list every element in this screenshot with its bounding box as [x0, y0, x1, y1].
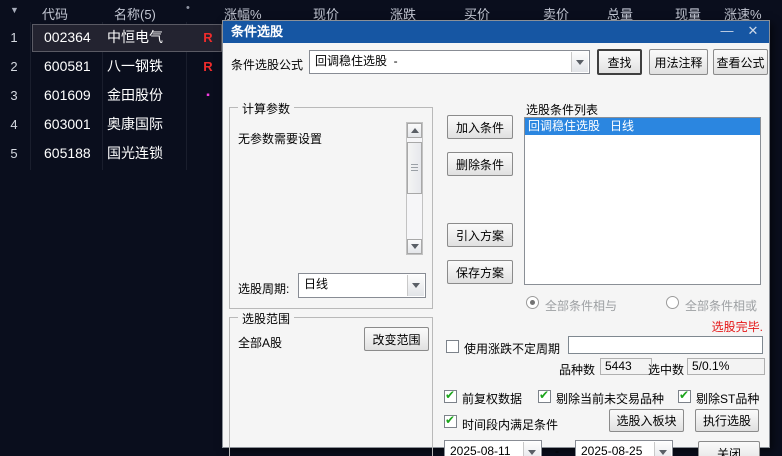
- stock-picker-dialog: 条件选股 — ✕ 条件选股公式 回调稳住选股 - 查找 用法注释 查看公式 计算…: [222, 20, 770, 456]
- status-text: 选股完毕.: [711, 320, 763, 334]
- table-header-row: ▼ 代码 名称(5) • 涨幅% 现价 涨跌 买价 卖价 总量 现量 涨速%: [0, 0, 782, 22]
- scroll-down-icon[interactable]: [407, 239, 422, 254]
- time-range-checkbox[interactable]: ✔: [444, 413, 457, 428]
- formula-value: 回调稳住选股 -: [315, 54, 398, 68]
- period-value: 日线: [304, 277, 329, 291]
- exclude-st-label[interactable]: 剔除ST品种: [696, 390, 759, 407]
- add-condition-button[interactable]: 加入条件: [447, 115, 513, 139]
- margin-flag-icon: R: [203, 59, 213, 74]
- row-number: 1: [10, 30, 18, 45]
- params-scrollbar[interactable]: [406, 122, 423, 255]
- date-to-picker[interactable]: 2025-08-25: [575, 440, 673, 456]
- range-group: 选股范围 全部A股 改变范围: [229, 310, 433, 456]
- table-row[interactable]: 1 002364 中恒电气 R: [0, 23, 222, 52]
- formula-combobox[interactable]: 回调稳住选股 -: [309, 50, 590, 74]
- minimize-icon[interactable]: —: [717, 21, 737, 41]
- exclude-untraded-checkbox[interactable]: ✔: [538, 388, 551, 403]
- period-combobox[interactable]: 日线: [298, 273, 426, 298]
- row-number: 3: [10, 88, 18, 103]
- table-row[interactable]: 3 601609 金田股份 ▪: [0, 81, 222, 110]
- exclude-untraded-label[interactable]: 剔除当前未交易品种: [556, 390, 664, 407]
- to-block-button[interactable]: 选股入板块: [609, 409, 684, 432]
- col-header-name[interactable]: 名称(5): [114, 4, 156, 23]
- qfq-checkbox[interactable]: ✔: [444, 388, 457, 403]
- date-to-value: 2025-08-25: [581, 444, 643, 456]
- radio-all-and: [526, 296, 539, 309]
- date-from-picker[interactable]: 2025-08-11: [444, 440, 542, 456]
- variable-period-checkbox[interactable]: [446, 340, 459, 353]
- variable-period-label[interactable]: 使用涨跌不定周期: [464, 340, 560, 357]
- remove-condition-button[interactable]: 删除条件: [447, 152, 513, 176]
- stock-code: 600581: [44, 58, 91, 74]
- scroll-up-icon[interactable]: [407, 123, 422, 138]
- date-range-separator: -: [555, 444, 559, 456]
- check-icon: ✔: [539, 388, 550, 402]
- dialog-body: 条件选股公式 回调稳住选股 - 查找 用法注释 查看公式 计算参数 无参数需要设…: [223, 43, 769, 456]
- close-button[interactable]: 关闭: [698, 441, 760, 456]
- col-header-code[interactable]: 代码: [42, 4, 68, 23]
- radio-all-or-label: 全部条件相或: [685, 299, 758, 313]
- condition-item[interactable]: 回调稳住选股 日线: [525, 118, 760, 135]
- radio-all-and-label: 全部条件相与: [545, 299, 618, 313]
- chevron-down-icon[interactable]: [407, 275, 424, 296]
- qfq-label[interactable]: 前复权数据: [462, 390, 522, 407]
- date-from-value: 2025-08-11: [450, 444, 511, 456]
- chevron-down-icon[interactable]: [654, 442, 671, 456]
- close-icon[interactable]: ✕: [743, 21, 763, 41]
- total-count-value: 5443: [600, 358, 652, 375]
- stock-code: 601609: [44, 87, 91, 103]
- table-row[interactable]: 5 605188 国光连锁: [0, 139, 222, 168]
- row-number: 2: [10, 59, 18, 74]
- stock-name: 金田股份: [107, 87, 163, 103]
- row-number: 4: [10, 117, 18, 132]
- variable-period-input[interactable]: [568, 336, 763, 354]
- dialog-title: 条件选股: [231, 24, 284, 39]
- check-icon: ✔: [679, 388, 690, 402]
- view-formula-button[interactable]: 查看公式: [713, 49, 768, 75]
- total-count-label: 品种数: [559, 363, 596, 377]
- conditions-listbox[interactable]: 回调稳住选股 日线: [524, 117, 761, 285]
- margin-flag-icon: R: [203, 30, 213, 45]
- period-label: 选股周期:: [238, 282, 290, 296]
- stock-name: 国光连锁: [107, 145, 163, 161]
- marker-dot-icon: ▪: [206, 90, 210, 101]
- check-icon: ✔: [445, 413, 456, 427]
- time-range-label[interactable]: 时间段内满足条件: [462, 416, 558, 433]
- row-number: 5: [10, 146, 18, 161]
- table-row[interactable]: 4 603001 奥康国际: [0, 110, 222, 139]
- execute-button[interactable]: 执行选股: [695, 409, 759, 432]
- change-range-button[interactable]: 改变范围: [364, 327, 429, 351]
- stock-code: 603001: [44, 116, 91, 132]
- calc-params-group: 计算参数 无参数需要设置 选股周期: 日线: [229, 100, 433, 309]
- chevron-down-icon[interactable]: [571, 52, 588, 72]
- stock-code: 605188: [44, 145, 91, 161]
- chevron-down-icon[interactable]: [523, 442, 540, 456]
- exclude-st-checkbox[interactable]: ✔: [678, 388, 691, 403]
- radio-all-or: [666, 296, 679, 309]
- import-plan-button[interactable]: 引入方案: [447, 223, 513, 247]
- check-icon: ✔: [445, 388, 456, 402]
- conditions-list-label: 选股条件列表: [526, 103, 599, 117]
- name-column-marker-icon: •: [186, 2, 190, 14]
- find-button[interactable]: 查找: [597, 49, 642, 75]
- usage-note-button[interactable]: 用法注释: [649, 49, 708, 75]
- sort-desc-icon: ▼: [10, 5, 19, 15]
- stock-name: 八一钢铁: [107, 58, 163, 74]
- range-group-label: 选股范围: [238, 310, 295, 327]
- range-value: 全部A股: [238, 336, 283, 350]
- scrollbar-thumb[interactable]: [407, 142, 422, 194]
- table-row[interactable]: 2 600581 八一钢铁 R: [0, 52, 222, 81]
- dialog-titlebar[interactable]: 条件选股 — ✕: [223, 21, 769, 43]
- selected-count-value: 5/0.1%: [687, 358, 765, 375]
- no-params-text: 无参数需要设置: [238, 132, 323, 146]
- stock-code: 002364: [44, 29, 91, 45]
- stock-name: 中恒电气: [107, 29, 163, 45]
- calc-params-group-label: 计算参数: [238, 100, 295, 117]
- selected-count-label: 选中数: [648, 363, 685, 377]
- save-plan-button[interactable]: 保存方案: [447, 260, 513, 284]
- stock-name: 奥康国际: [107, 116, 163, 132]
- formula-label: 条件选股公式: [231, 58, 304, 72]
